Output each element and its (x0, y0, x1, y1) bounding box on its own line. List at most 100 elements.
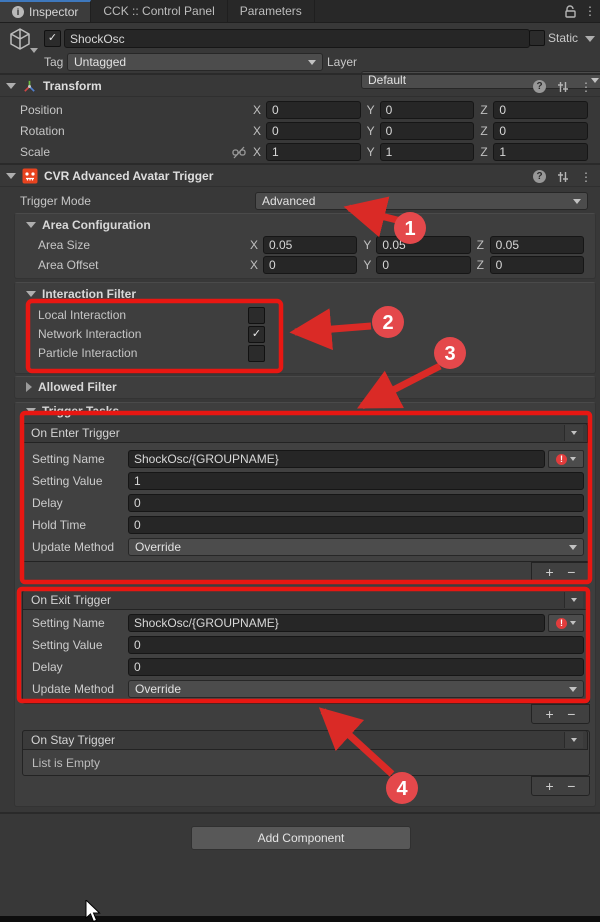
tab-parameters-label: Parameters (240, 4, 302, 18)
area-offset-row: Area Offset X0 Y0 Z0 (38, 256, 590, 274)
rotation-y-value: 0 (386, 124, 393, 138)
area-offset-y-field[interactable]: 0 (376, 256, 470, 274)
trigger-mode-row: Trigger Mode Advanced (20, 192, 594, 210)
tab-bar: i Inspector CCK :: Control Panel Paramet… (0, 0, 600, 23)
scale-y-value: 1 (386, 145, 393, 159)
network-interaction-row: Network Interaction ✓ (38, 325, 578, 343)
transform-header[interactable]: Transform ? ⋮ (0, 76, 600, 97)
dropdown-arrow-icon (571, 738, 577, 742)
tab-parameters[interactable]: Parameters (228, 0, 315, 22)
help-icon[interactable]: ? (533, 170, 546, 183)
static-checkbox[interactable] (529, 30, 545, 46)
rotation-x-field[interactable]: 0 (266, 122, 361, 140)
dropdown-arrow-icon (570, 621, 576, 625)
update-method-value: Override (135, 540, 181, 554)
on-enter-trigger-header[interactable]: On Enter Trigger (22, 423, 588, 443)
static-dropdown-arrow-icon[interactable] (585, 36, 595, 42)
on-exit-setting-name-field[interactable]: ShockOsc/{GROUPNAME} (128, 614, 545, 632)
particle-interaction-checkbox[interactable] (248, 345, 265, 362)
local-interaction-checkbox[interactable] (248, 307, 265, 324)
area-size-x-field[interactable]: 0.05 (263, 236, 357, 254)
area-offset-z-field[interactable]: 0 (490, 256, 584, 274)
interaction-filter-header[interactable]: Interaction Filter (18, 285, 596, 303)
on-enter-hold-time-field[interactable]: 0 (128, 516, 584, 534)
gameobject-name-input[interactable]: ShockOsc (64, 29, 530, 48)
avatar-trigger-foldout-icon[interactable] (6, 173, 16, 179)
tab-inspector[interactable]: i Inspector (0, 0, 91, 22)
tab-cck-control-panel[interactable]: CCK :: Control Panel (91, 0, 227, 22)
trigger-tasks-header[interactable]: Trigger Tasks (18, 404, 596, 418)
on-enter-setting-value-field[interactable]: 1 (128, 472, 584, 490)
remove-item-button[interactable]: − (567, 707, 575, 721)
on-enter-delay-field[interactable]: 0 (128, 494, 584, 512)
add-component-button[interactable]: Add Component (191, 826, 411, 850)
on-exit-delay-field[interactable]: 0 (128, 658, 584, 676)
transform-title: Transform (43, 79, 102, 93)
rotation-label: Rotation (20, 124, 253, 138)
link-constraint-icon[interactable] (232, 146, 246, 159)
axis-z-label: Z (480, 103, 489, 117)
on-enter-dropdown-button[interactable] (564, 425, 583, 441)
axis-y-label: Y (367, 103, 376, 117)
on-stay-trigger-header[interactable]: On Stay Trigger (22, 730, 588, 750)
scale-z-field[interactable]: 1 (493, 143, 588, 161)
network-interaction-checkbox[interactable]: ✓ (248, 326, 265, 343)
cube-dropdown-arrow-icon (30, 48, 38, 53)
on-exit-setting-name-warning-dropdown[interactable]: ! (548, 614, 584, 632)
position-x-field[interactable]: 0 (266, 101, 361, 119)
area-offset-label: Area Offset (38, 258, 250, 272)
component-menu-icon[interactable]: ⋮ (580, 170, 592, 184)
setting-value-label: Setting Value (32, 474, 128, 488)
active-checkmark: ✓ (48, 33, 57, 44)
gameobject-name-value: ShockOsc (70, 32, 125, 46)
allowed-filter-foldout-icon[interactable] (26, 382, 32, 392)
position-x-value: 0 (272, 103, 279, 117)
allowed-filter-header[interactable]: Allowed Filter (18, 379, 596, 395)
on-exit-update-method-row: Update Method Override (32, 680, 584, 698)
position-z-field[interactable]: 0 (493, 101, 588, 119)
transform-menu-icon[interactable]: ⋮ (580, 80, 592, 94)
tab-menu-icon[interactable]: ⋮ (580, 0, 600, 22)
position-y-field[interactable]: 0 (380, 101, 475, 119)
on-enter-update-method-row: Update Method Override (32, 538, 584, 556)
on-exit-trigger-header[interactable]: On Exit Trigger (22, 590, 588, 610)
presets-icon[interactable] (557, 81, 569, 93)
on-stay-dropdown-button[interactable] (564, 732, 583, 748)
on-stay-list-footer: + − (531, 776, 590, 796)
area-configuration-header[interactable]: Area Configuration (18, 216, 596, 234)
on-exit-update-method-dropdown[interactable]: Override (128, 680, 584, 698)
area-configuration-foldout-icon[interactable] (26, 222, 36, 228)
interaction-filter-foldout-icon[interactable] (26, 291, 36, 297)
setting-name-label: Setting Name (32, 452, 128, 466)
area-offset-x-field[interactable]: 0 (263, 256, 357, 274)
help-icon[interactable]: ? (533, 80, 546, 93)
scale-x-field[interactable]: 1 (266, 143, 361, 161)
gameobject-cube-icon[interactable] (8, 27, 34, 51)
rotation-y-field[interactable]: 0 (380, 122, 475, 140)
on-enter-setting-name-warning-dropdown[interactable]: ! (548, 450, 584, 468)
rotation-z-field[interactable]: 0 (493, 122, 588, 140)
unlock-icon[interactable] (560, 0, 580, 22)
area-size-z-field[interactable]: 0.05 (490, 236, 584, 254)
add-item-button[interactable]: + (546, 707, 554, 721)
remove-item-button[interactable]: − (567, 565, 575, 579)
add-item-button[interactable]: + (546, 565, 554, 579)
scale-y-field[interactable]: 1 (380, 143, 475, 161)
tab-cck-label: CCK :: Control Panel (103, 4, 214, 18)
trigger-tasks-foldout-icon[interactable] (26, 408, 36, 414)
remove-item-button[interactable]: − (567, 779, 575, 793)
tag-dropdown[interactable]: Untagged (67, 53, 323, 71)
on-enter-update-method-dropdown[interactable]: Override (128, 538, 584, 556)
transform-foldout-icon[interactable] (6, 83, 16, 89)
presets-icon[interactable] (557, 171, 569, 183)
update-method-value: Override (135, 682, 181, 696)
on-enter-setting-name-field[interactable]: ShockOsc/{GROUPNAME} (128, 450, 545, 468)
avatar-trigger-header[interactable]: CVR Advanced Avatar Trigger ? ⋮ (0, 166, 600, 187)
on-exit-list-footer: + − (531, 704, 590, 724)
add-item-button[interactable]: + (546, 779, 554, 793)
trigger-mode-dropdown[interactable]: Advanced (255, 192, 588, 210)
active-checkbox[interactable]: ✓ (44, 30, 61, 47)
on-exit-dropdown-button[interactable] (564, 592, 583, 608)
area-size-y-field[interactable]: 0.05 (376, 236, 470, 254)
on-exit-setting-value-field[interactable]: 0 (128, 636, 584, 654)
